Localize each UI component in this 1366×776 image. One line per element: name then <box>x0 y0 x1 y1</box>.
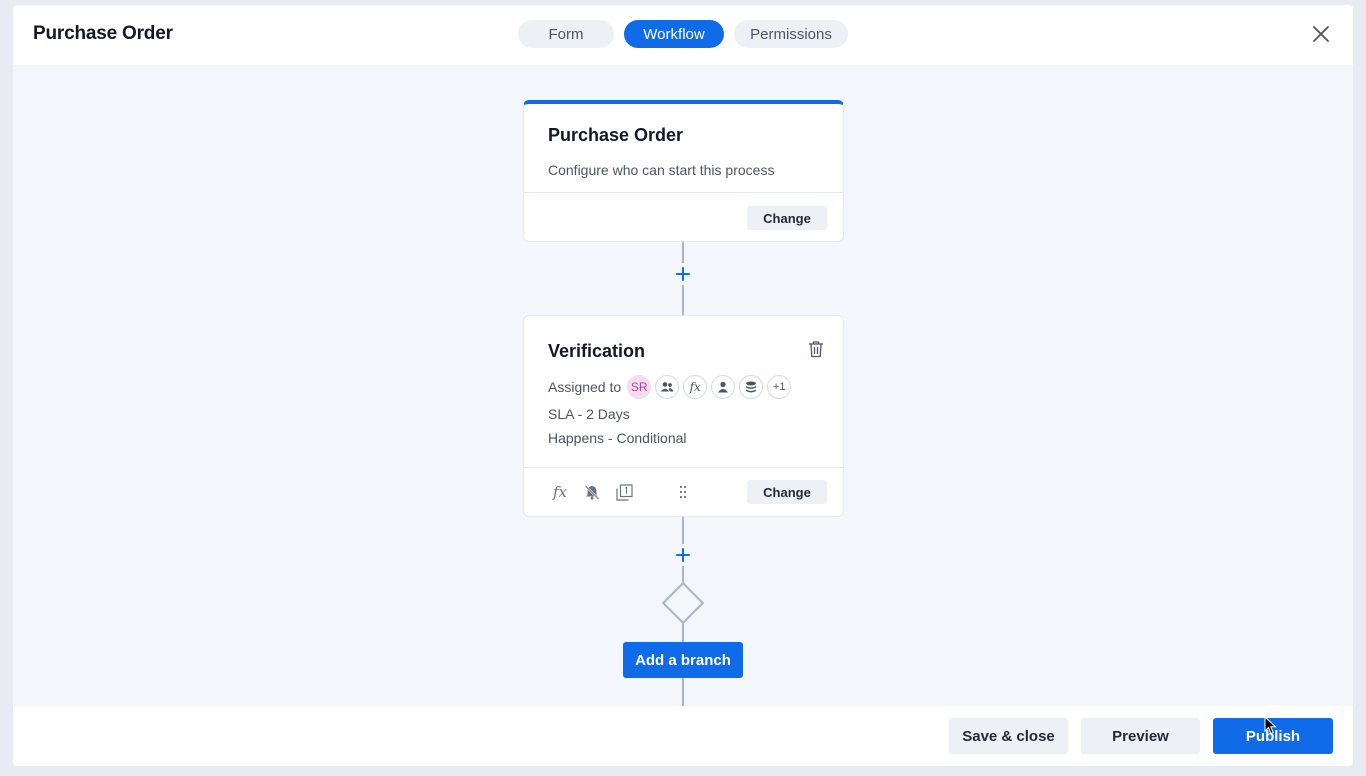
verification-step-card[interactable]: Verification Assigned to SR fx +1 SLA - … <box>523 315 844 517</box>
modal-header: Purchase Order Form Workflow Permissions <box>13 5 1353 65</box>
page-title: Purchase Order <box>33 23 173 44</box>
assigned-label: Assigned to <box>548 379 622 395</box>
plus-icon <box>676 267 690 281</box>
modal-footer: Save & close Preview Publish <box>13 706 1353 766</box>
start-card-title: Purchase Order <box>548 125 684 145</box>
drag-handle-icon[interactable] <box>673 482 693 502</box>
tab-permissions[interactable]: Permissions <box>734 20 848 48</box>
start-change-button[interactable]: Change <box>747 206 827 230</box>
formula-icon[interactable]: fx <box>550 482 570 502</box>
formula-icon[interactable]: fx <box>683 375 708 399</box>
group-icon[interactable] <box>655 375 680 399</box>
save-close-button[interactable]: Save & close <box>949 718 1068 754</box>
close-icon[interactable] <box>1310 23 1332 45</box>
start-card-subtitle: Configure who can start this process <box>548 162 775 178</box>
connector-line <box>682 622 684 642</box>
copy-icon[interactable] <box>614 482 634 502</box>
add-branch-button[interactable]: Add a branch <box>623 642 743 678</box>
branch-diamond <box>661 581 705 625</box>
card-divider <box>524 192 843 193</box>
trash-icon[interactable] <box>808 340 824 358</box>
tab-workflow[interactable]: Workflow <box>624 20 724 48</box>
assignee-avatar[interactable]: SR <box>627 375 652 399</box>
more-assignees-badge[interactable]: +1 <box>767 375 792 399</box>
mouse-cursor-icon <box>1264 716 1277 735</box>
add-step-button[interactable] <box>672 544 694 566</box>
step-card-title: Verification <box>548 341 646 361</box>
notification-mute-icon[interactable] <box>582 482 602 502</box>
plus-icon <box>676 548 690 562</box>
workflow-modal: Purchase Order Form Workflow Permissions… <box>13 5 1353 766</box>
database-icon[interactable] <box>739 375 764 399</box>
sla-text: SLA - 2 Days <box>548 406 630 422</box>
card-divider <box>524 467 843 468</box>
connector-line <box>682 678 684 706</box>
step-change-button[interactable]: Change <box>747 480 827 504</box>
preview-button[interactable]: Preview <box>1081 718 1200 754</box>
add-step-button[interactable] <box>672 263 694 285</box>
workflow-canvas: Purchase Order Configure who can start t… <box>13 65 1353 706</box>
assigned-to-row: Assigned to SR fx +1 <box>548 375 792 399</box>
happens-text: Happens - Conditional <box>548 430 687 446</box>
start-step-card[interactable]: Purchase Order Configure who can start t… <box>523 100 844 242</box>
tab-bar: Form Workflow Permissions <box>518 20 848 48</box>
user-icon[interactable] <box>711 375 736 399</box>
tab-form[interactable]: Form <box>518 20 614 48</box>
